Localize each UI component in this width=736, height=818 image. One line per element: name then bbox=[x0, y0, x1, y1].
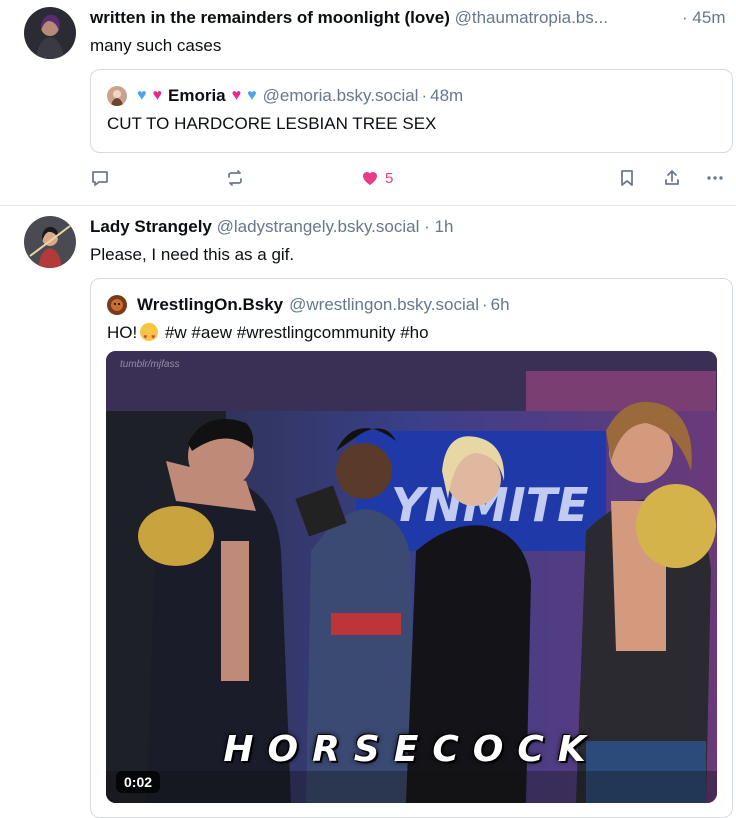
separator: · bbox=[424, 217, 430, 236]
quote-text: HO! ♥ ♥ #w #aew #wrestlingcommunity #ho bbox=[107, 322, 429, 344]
time[interactable]: 1h bbox=[435, 217, 454, 236]
author-avatar[interactable] bbox=[24, 7, 76, 59]
repost-icon bbox=[228, 170, 242, 186]
author-handle[interactable]: @thaumatropia.bs... bbox=[455, 8, 608, 27]
quote-author-name[interactable]: Emoria bbox=[168, 85, 226, 107]
smiling-face-with-hearts-icon: ♥ ♥ bbox=[140, 323, 159, 341]
hashtags[interactable]: #w #aew #wrestlingcommunity #ho bbox=[160, 323, 429, 342]
post-1[interactable]: written in the remainders of moonlight (… bbox=[0, 0, 736, 205]
quote-avatar bbox=[107, 295, 127, 315]
pink-heart-icon: ♥ bbox=[231, 87, 242, 104]
author-name[interactable]: written in the remainders of moonlight (… bbox=[90, 8, 450, 27]
post-2[interactable]: Lady Strangely @ladystrangely.bsky.socia… bbox=[0, 206, 736, 818]
post-text: Please, I need this as a gif. bbox=[90, 245, 295, 264]
quote-author-handle[interactable]: @wrestlingon.bsky.social bbox=[289, 294, 479, 316]
post-timestamp[interactable]: · 45m bbox=[682, 7, 725, 29]
quote-author-name[interactable]: WrestlingOn.Bsky bbox=[137, 294, 283, 316]
more-icon bbox=[707, 176, 723, 180]
time: 45m bbox=[692, 8, 726, 27]
gif-watermark: tumblr/mjfass bbox=[120, 359, 180, 370]
reply-button[interactable] bbox=[90, 167, 110, 189]
repost-button[interactable] bbox=[225, 167, 245, 189]
separator: · bbox=[421, 86, 428, 105]
quote-time: 6h bbox=[490, 295, 510, 314]
quote-time: 48m bbox=[430, 86, 464, 105]
like-count: 5 bbox=[385, 169, 394, 187]
pink-heart-icon: ♥ bbox=[152, 87, 163, 104]
bookmark-icon bbox=[621, 170, 633, 186]
action-bar: 5 bbox=[90, 167, 730, 189]
post-header: written in the remainders of moonlight (… bbox=[90, 7, 608, 29]
share-button[interactable] bbox=[662, 167, 682, 189]
bookmark-button[interactable] bbox=[617, 167, 637, 189]
gif-media[interactable]: YNMITE tumblr/mjfass HORSECOCK 0:02 bbox=[106, 351, 717, 803]
blue-heart-icon: ♥ bbox=[247, 87, 257, 104]
post-text: many such cases bbox=[90, 36, 222, 55]
author-avatar[interactable] bbox=[24, 216, 76, 268]
separator: · bbox=[481, 295, 488, 314]
quoted-post[interactable]: ♥ ♥ Emoria ♥ ♥ @emoria.bsky.social · 48m… bbox=[90, 69, 733, 153]
blue-heart-icon: ♥ bbox=[137, 87, 147, 104]
reply-icon bbox=[92, 171, 108, 186]
separator: · bbox=[682, 8, 688, 27]
share-icon bbox=[665, 170, 679, 185]
quote-header: WrestlingOn.Bsky @wrestlingon.bsky.socia… bbox=[107, 294, 510, 316]
like-button[interactable]: 5 bbox=[360, 167, 393, 189]
author-handle[interactable]: @ladystrangely.bsky.social bbox=[217, 217, 420, 236]
author-name[interactable]: Lady Strangely bbox=[90, 217, 212, 236]
more-options-button[interactable] bbox=[705, 167, 725, 189]
gif-caption: HORSECOCK bbox=[223, 729, 600, 770]
quote-text-prefix: HO! bbox=[107, 323, 138, 342]
quote-text: CUT TO HARDCORE LESBIAN TREE SEX bbox=[107, 114, 437, 133]
quoted-post[interactable]: WrestlingOn.Bsky @wrestlingon.bsky.socia… bbox=[90, 278, 733, 818]
quote-header: ♥ ♥ Emoria ♥ ♥ @emoria.bsky.social · 48m bbox=[107, 85, 463, 107]
quote-avatar bbox=[107, 86, 127, 106]
heart-icon bbox=[363, 172, 377, 185]
quote-author-handle[interactable]: @emoria.bsky.social bbox=[263, 85, 419, 107]
gif-duration: 0:02 bbox=[116, 771, 161, 793]
post-header: Lady Strangely @ladystrangely.bsky.socia… bbox=[90, 216, 453, 238]
